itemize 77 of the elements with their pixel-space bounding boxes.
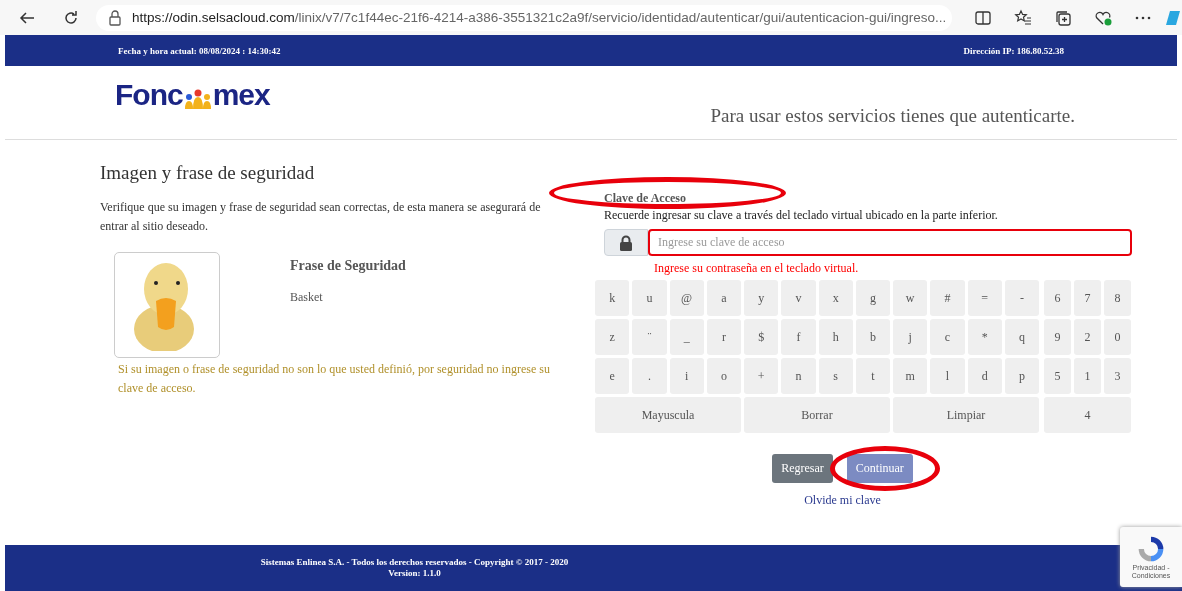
keyboard-key[interactable]: 8 [1104, 280, 1131, 316]
keyboard-key[interactable]: h [818, 319, 853, 355]
description: Verifique que su imagen y frase de seguridad sean correctas, de esta manera se asegurará de entrar al sitio deseado. [100, 199, 542, 235]
security-phrase: Basket [290, 290, 324, 305]
url-text: https://odin.selsacloud.com [132, 10, 295, 25]
keyboard-key[interactable]: s [818, 358, 853, 394]
favorites-icon[interactable] [1014, 8, 1032, 27]
keyboard-key[interactable]: w [893, 280, 928, 316]
reload-icon[interactable] [62, 8, 80, 27]
keyboard-key[interactable]: _ [669, 319, 704, 355]
keyboard-key[interactable]: m [893, 358, 928, 394]
keyboard-key[interactable]: b [855, 319, 890, 355]
keyboard-key[interactable]: = [967, 280, 1002, 316]
keyboard-key[interactable]: k [595, 280, 630, 316]
keyboard-key[interactable]: t [855, 358, 890, 394]
keyboard-key[interactable]: d [967, 358, 1002, 394]
keyboard-key[interactable]: # [930, 280, 965, 316]
keyboard-key[interactable]: . [632, 358, 667, 394]
address-bar[interactable]: https://odin.selsacloud.com/linix/v7/7c1f44ec-21f6-4214-a386-3551321c2a9f/servicio/identidad/autenticar/gui/autenticacion-gui/ingreso... [96, 4, 952, 31]
keyboard-key[interactable]: 0 [1104, 319, 1131, 355]
keyboard-key[interactable]: 3 [1104, 358, 1131, 394]
access-key-label: Clave de Acceso [604, 191, 686, 205]
url-text: /linix/v7/7c1f44ec-21f6-4214-a386-3551321c2a9f/servicio/identidad/autenticar/gui/autenticacion-gui/ingreso... [294, 10, 947, 25]
keyboard-key[interactable]: p [1004, 358, 1039, 394]
keyboard-key[interactable]: @ [669, 280, 704, 316]
keyboard-action-key[interactable]: Limpiar [893, 397, 1039, 433]
keyboard-action-key[interactable]: Borrar [744, 397, 890, 433]
keyboard-key[interactable]: a [706, 280, 741, 316]
lock-icon[interactable] [106, 8, 124, 27]
keyboard-key[interactable]: r [706, 319, 741, 355]
keyboard-key[interactable]: $ [744, 319, 779, 355]
keyboard-key[interactable]: e [595, 358, 630, 394]
keyboard-key[interactable]: 2 [1074, 319, 1101, 355]
copyright-text: Sistemas Enlinea S.A. - Todos los derechos reservados - Copyright © 2017 - 2020 [260, 557, 569, 568]
keyboard-key[interactable]: * [967, 319, 1002, 355]
tagline: Para usar estos servicios tienes que autenticarte. [710, 104, 1075, 127]
phrase-label: Frase de Seguridad [290, 258, 406, 274]
keyboard-key[interactable]: 5 [1044, 358, 1071, 394]
keyboard-key[interactable]: 7 [1074, 280, 1101, 316]
version-text: Version: 1.1.0 [388, 568, 441, 579]
hint-text: Recuerde ingresar su clave a través del teclado virtual ubicado en la parte inferior. [604, 208, 999, 223]
logo-text: mex [212, 77, 270, 112]
keyboard-key[interactable]: + [744, 358, 779, 394]
warning-text: Si su imagen o frase de seguridad no son lo que usted definió, por seguridad no ingrese su clave de acceso. [118, 361, 551, 397]
keyboard-key[interactable]: u [632, 280, 667, 316]
keyboard-key[interactable]: 9 [1044, 319, 1071, 355]
keyboard-key[interactable]: g [855, 280, 890, 316]
keyboard-key[interactable]: f [781, 319, 816, 355]
logo-text: Fonc [115, 77, 183, 112]
section-title: Imagen y frase de seguridad [100, 162, 316, 184]
keyboard-key[interactable]: v [781, 280, 816, 316]
split-screen-icon[interactable] [974, 8, 992, 27]
keyboard-key[interactable]: ¨ [632, 319, 667, 355]
recaptcha-icon [1136, 534, 1166, 564]
keyboard-key[interactable]: x [818, 280, 853, 316]
keyboard-key[interactable]: l [930, 358, 965, 394]
keyboard-action-key[interactable]: Mayuscula [595, 397, 741, 433]
forgot-password-link[interactable]: Olvide mi clave [595, 493, 1132, 508]
date-time: Fecha y hora actual: 08/08/2024 : 14:30:42 [118, 45, 281, 56]
error-message: Ingrese su contraseña en el teclado virtual. [654, 261, 860, 276]
keyboard-key[interactable]: 4 [1044, 397, 1131, 433]
back-button[interactable]: Regresar [772, 454, 833, 483]
keyboard-key[interactable]: c [930, 319, 965, 355]
keyboard-key[interactable]: n [781, 358, 816, 394]
keyboard-key[interactable]: 1 [1074, 358, 1101, 394]
padlock-icon [619, 234, 633, 251]
keyboard-key[interactable]: i [669, 358, 704, 394]
keyboard-key[interactable]: j [893, 319, 928, 355]
collections-icon[interactable] [1054, 8, 1072, 27]
keyboard-key[interactable]: q [1004, 319, 1039, 355]
password-field[interactable]: Ingrese su clave de acceso [648, 229, 1132, 256]
keyboard-key[interactable]: o [706, 358, 741, 394]
keyboard-key[interactable]: 6 [1044, 280, 1071, 316]
keyboard-key[interactable]: z [595, 319, 630, 355]
keyboard-key[interactable]: y [744, 280, 779, 316]
ip-address: Dirección IP: 186.80.52.38 [963, 45, 1064, 56]
keyboard-key[interactable]: - [1004, 280, 1039, 316]
